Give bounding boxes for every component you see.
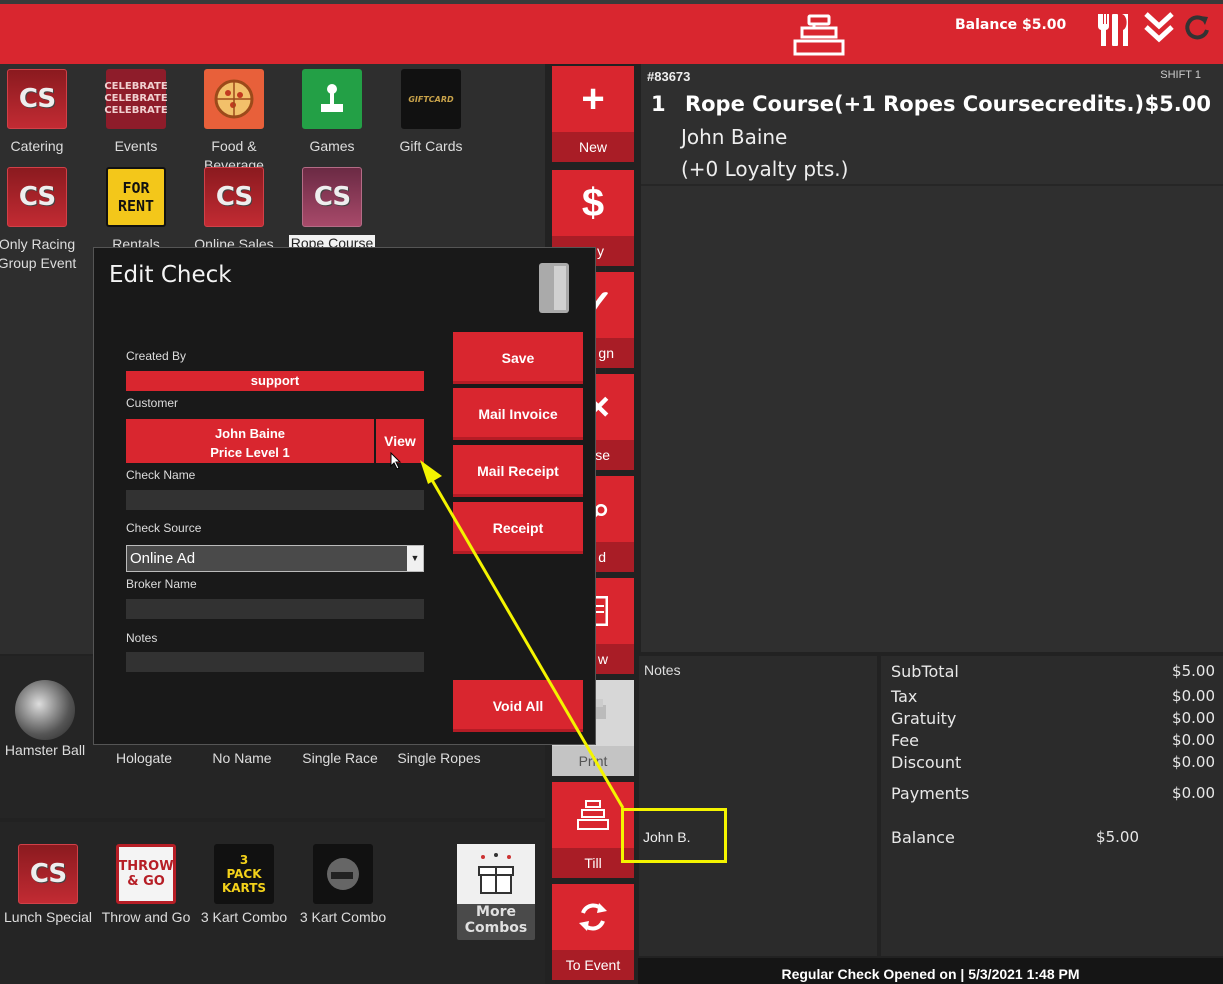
annotation-highlight-box <box>621 808 727 863</box>
pos-screen: Balance $5.00 CS Catering CELEBRATE CELEB… <box>0 0 1223 984</box>
annotation-arrow <box>420 460 625 809</box>
